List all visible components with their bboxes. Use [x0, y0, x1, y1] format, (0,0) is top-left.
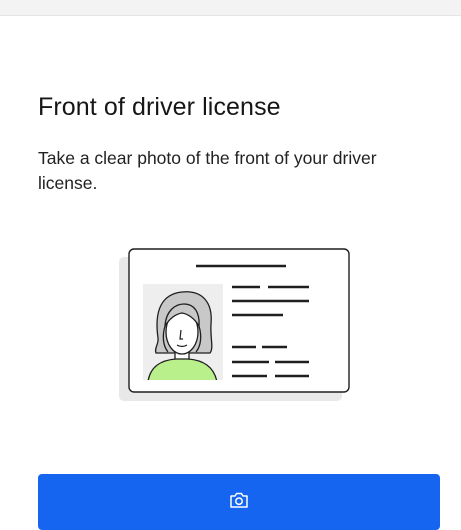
driver-license-illustration	[110, 240, 360, 410]
page-description: Take a clear photo of the front of your …	[38, 148, 377, 193]
page-title: Front of driver license	[38, 93, 281, 121]
camera-icon	[230, 492, 248, 508]
portrait-photo	[143, 284, 223, 380]
id-card-illustration	[119, 248, 350, 401]
top-bar	[0, 0, 461, 16]
